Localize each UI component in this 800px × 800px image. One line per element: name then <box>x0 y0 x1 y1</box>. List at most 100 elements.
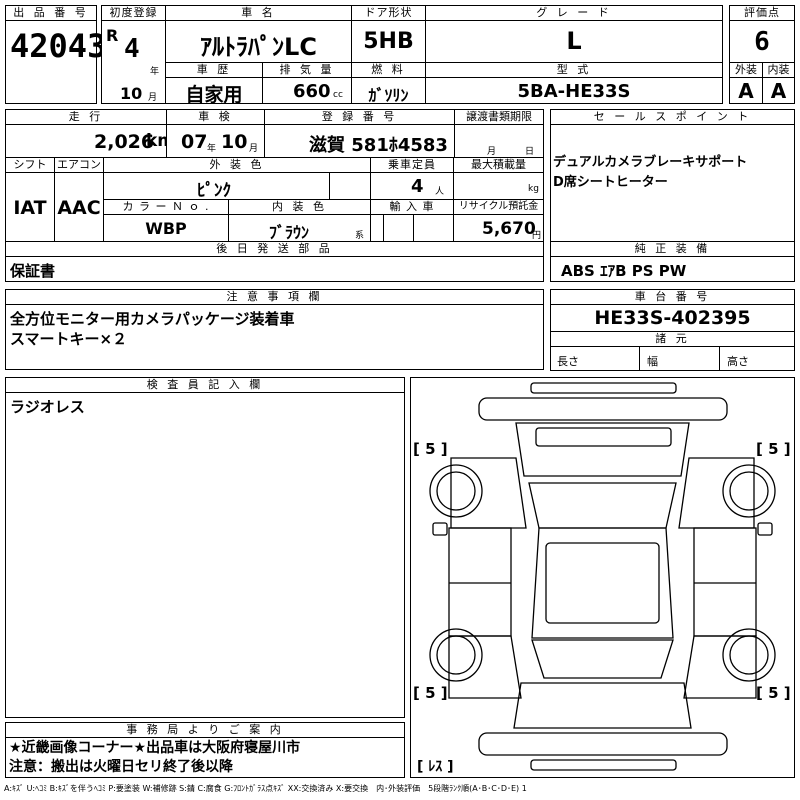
recycle-box: 5,670 円 <box>453 214 544 242</box>
inspector-box: ラジオレス <box>5 392 405 718</box>
tire-rear-right: [ 5 ] <box>756 684 791 702</box>
equipment-box: ABS ｴｱB PS PW <box>550 256 795 282</box>
office-label: 事 務 局 よ り ご 案 内 <box>5 722 405 738</box>
color-label: 外 装 色 <box>103 157 371 173</box>
capacity: 4 <box>411 176 424 197</box>
displacement-label: 排 気 量 <box>262 62 352 78</box>
int-color-box: ﾌﾞﾗｳﾝ 系 <box>228 214 371 242</box>
displacement: 660 <box>293 81 331 102</box>
notes-label: 注 意 事 項 欄 <box>5 289 544 305</box>
inspection-year-unit: 年 <box>207 144 217 154</box>
score: 6 <box>754 27 770 57</box>
exterior-grade: A <box>738 79 754 103</box>
width-label: 幅 <box>647 355 658 368</box>
lot-number-label: 出 品 番 号 <box>5 5 97 21</box>
ac-box: AAC <box>54 172 104 242</box>
first-registration-box: 初度登録 R 4 年 10 月 <box>101 5 166 104</box>
year-unit: 年 <box>150 67 160 77</box>
sales-point-label: セ ー ル ス ポ イ ン ト <box>550 109 795 125</box>
equipment-text: ABS ｴｱB PS PW <box>561 262 687 280</box>
chassis-label: 車 台 番 号 <box>550 289 795 305</box>
sales-point-box: デュアルカメラブレーキサポート D席シートヒーター <box>550 124 795 242</box>
int-color-label: 内 装 色 <box>228 199 371 215</box>
tire-rear-left: [ 5 ] <box>413 684 448 702</box>
notes-text: 全方位モニター用カメラパッケージ装着車 スマートキー×２ <box>10 310 295 348</box>
interior-color-unit: 系 <box>355 231 365 241</box>
model-label: 型 式 <box>425 62 723 78</box>
grade: L <box>566 27 582 55</box>
model-box: 5BA-HE33S <box>425 77 723 104</box>
exterior-label: 外装 <box>729 62 763 78</box>
plate-box: 滋賀 581ﾎ4583 <box>264 124 455 158</box>
interior-color: ﾌﾞﾗｳﾝ <box>268 223 309 242</box>
office-box: ★近畿画像コーナー★出品車は大阪府寝屋川市 注意：搬出は火曜日セリ終了後以降 <box>5 737 405 778</box>
inspection-year: 07 <box>181 131 208 153</box>
exterior-color: ﾋﾟﾝｸ <box>197 181 231 201</box>
era: R <box>106 26 119 45</box>
interior-grade: A <box>770 79 787 103</box>
tire-front-left: [ 5 ] <box>413 440 448 458</box>
shift-label: シフト <box>5 157 55 173</box>
ac-type: AAC <box>57 197 101 219</box>
lot-number: 42043 <box>10 27 107 65</box>
import-box <box>370 214 454 242</box>
door-type: 5HB <box>363 29 414 54</box>
score-label: 評価点 <box>729 5 795 21</box>
equipment-label: 純 正 装 備 <box>550 241 795 257</box>
car-diagram <box>429 382 776 771</box>
grade-label: グ レ ー ド <box>425 5 723 21</box>
later-parts-label: 後 日 発 送 部 品 <box>5 241 544 257</box>
notes-box: 全方位モニター用カメラパッケージ装着車 スマートキー×２ <box>5 304 544 370</box>
door-box: 5HB <box>351 20 426 63</box>
shift-box: IAT <box>5 172 55 242</box>
transfer-label: 譲渡書類期限 <box>454 109 544 125</box>
first-registration-month: 10 <box>120 84 143 103</box>
chassis-box: HE33S-402395 <box>550 304 795 332</box>
inspection-month: 10 <box>221 131 248 153</box>
inspector-label: 検 査 員 記 入 欄 <box>5 377 405 393</box>
fuel: ｶﾞｿﾘﾝ <box>368 86 409 105</box>
mileage-label: 走 行 <box>5 109 167 125</box>
specs-box: 長さ 幅 高さ <box>550 346 795 371</box>
car-name: ｱﾙﾄﾗﾊﾟﾝLC <box>200 33 317 61</box>
color-no-box: WBP <box>103 214 229 242</box>
capacity-label: 乗車定員 <box>370 157 454 173</box>
color-box: ﾋﾟﾝｸ <box>103 172 371 201</box>
chassis-number: HE33S-402395 <box>594 307 751 329</box>
interior-label: 内装 <box>762 62 795 78</box>
exterior-box: A <box>729 77 763 104</box>
inspection-month-unit: 月 <box>249 144 259 154</box>
plate-label: 登 録 番 号 <box>264 109 455 125</box>
door-label: ドア形状 <box>351 5 426 21</box>
capacity-box: 4 人 <box>370 172 454 200</box>
tire-front-right: [ 5 ] <box>756 440 791 458</box>
inspection-box: 07 年 10 月 <box>166 124 265 158</box>
maxload-box: kg <box>453 172 544 200</box>
specs-label: 諸 元 <box>550 331 795 347</box>
recycle-fee: 5,670 <box>482 219 536 239</box>
length-label: 長さ <box>557 355 579 368</box>
fuel-label: 燃 料 <box>351 62 426 78</box>
color-no-label: カ ラ ー Ｎ ｏ . <box>103 199 229 215</box>
later-parts-box: 保証書 <box>5 256 544 282</box>
first-registration-label: 初度登録 <box>101 5 166 21</box>
car-name-label: 車 名 <box>165 5 352 21</box>
ac-label: エアコン <box>54 157 104 173</box>
fuel-box: ｶﾞｿﾘﾝ <box>351 77 426 105</box>
shift-type: IAT <box>13 197 47 219</box>
grade-box: L <box>425 20 723 63</box>
later-parts: 保証書 <box>10 262 56 280</box>
plate-number: 滋賀 581ﾎ4583 <box>309 135 448 156</box>
lot-number-box: 42043 <box>5 20 106 104</box>
transfer-box: 月 日 <box>454 124 544 158</box>
height-label: 高さ <box>727 355 749 368</box>
inspection-label: 車 検 <box>166 109 265 125</box>
displacement-box: 660 cc <box>262 77 352 104</box>
car-name-box: ｱﾙﾄﾗﾊﾟﾝLC <box>165 20 352 63</box>
first-registration-year: 4 <box>124 34 140 64</box>
history-label: 車 歴 <box>165 62 263 78</box>
recycle-unit: 円 <box>532 231 542 241</box>
spare-tire: [ ﾚｽ ] <box>417 759 454 775</box>
maxload-unit: kg <box>528 184 539 194</box>
inspector-text: ラジオレス <box>10 398 85 416</box>
